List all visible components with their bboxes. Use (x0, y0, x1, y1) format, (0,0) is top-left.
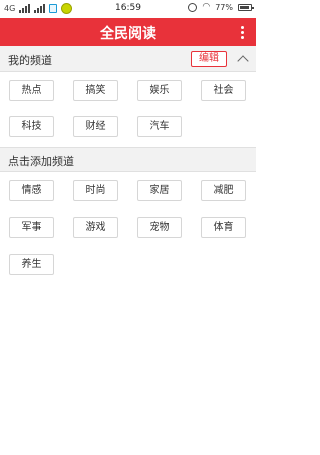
add-channel-chip[interactable]: 游戏 (73, 217, 118, 238)
battery-percent: 77% (215, 3, 233, 12)
add-channels-heading: 点击添加频道 (8, 155, 74, 168)
add-channel-chip[interactable]: 情感 (9, 180, 54, 201)
channel-chip[interactable]: 热点 (9, 80, 54, 101)
add-channel-chip[interactable]: 家居 (137, 180, 182, 201)
add-channels-header: 点击添加频道 (0, 147, 256, 172)
status-bar: 4G 16:59 ◠ 77% (0, 0, 256, 18)
add-channel-chip[interactable]: 时尚 (73, 180, 118, 201)
status-right: ◠ 77% (188, 2, 254, 12)
edit-button[interactable]: 编辑 (191, 51, 227, 67)
add-channel-chip[interactable]: 减肥 (201, 180, 246, 201)
add-channel-chip[interactable]: 宠物 (137, 217, 182, 238)
title-bar: 全民阅读 (0, 18, 256, 46)
channel-chip[interactable]: 搞笑 (73, 80, 118, 101)
my-channels-heading: 我的频道 (8, 54, 52, 67)
my-channels-header: 我的频道 编辑 (0, 46, 256, 72)
alarm-icon (188, 3, 198, 12)
add-channel-chip[interactable]: 军事 (9, 217, 54, 238)
channel-chip[interactable]: 汽车 (137, 116, 182, 137)
channel-chip[interactable]: 娱乐 (137, 80, 182, 101)
app-title: 全民阅读 (100, 26, 156, 42)
wifi-icon: ◠ (202, 2, 211, 12)
more-menu-icon[interactable] (241, 26, 244, 39)
channel-chip[interactable]: 社会 (201, 80, 246, 101)
chevron-up-icon[interactable] (237, 55, 249, 67)
add-channel-chip[interactable]: 体育 (201, 217, 246, 238)
battery-icon (238, 4, 254, 11)
add-channel-chip[interactable]: 养生 (9, 254, 54, 275)
channel-chip[interactable]: 科技 (9, 116, 54, 137)
channel-chip[interactable]: 财经 (73, 116, 118, 137)
